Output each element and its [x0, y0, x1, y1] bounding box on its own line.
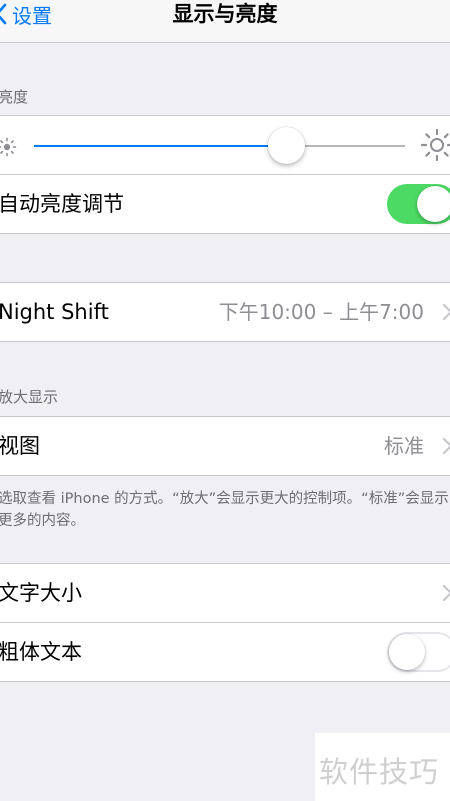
zoom-view-value: 标准: [384, 434, 424, 458]
sun-small-icon: [0, 137, 17, 157]
zoom-group: 视图 标准: [0, 416, 450, 476]
zoom-view-label: 视图: [0, 434, 40, 458]
zoom-section-header: 放大显示: [0, 388, 59, 406]
toggle-knob: [389, 634, 425, 670]
slider-track-filled: [34, 145, 287, 147]
page-title: 显示与亮度: [172, 2, 278, 26]
zoom-view-row[interactable]: 视图 标准: [0, 417, 450, 475]
auto-brightness-label: 自动亮度调节: [0, 192, 124, 216]
text-size-label: 文字大小: [0, 581, 82, 605]
text-group: 文字大小 粗体文本: [0, 563, 450, 682]
night-shift-group: Night Shift 下午10:00 – 上午7:00: [0, 282, 450, 342]
night-shift-label: Night Shift: [0, 300, 109, 324]
toggle-knob: [417, 186, 450, 222]
bold-text-toggle[interactable]: [387, 632, 450, 672]
watermark: 软件技巧: [315, 733, 450, 801]
brightness-section-header: 亮度: [0, 88, 29, 106]
watermark-text: 软件技巧: [319, 755, 440, 789]
bold-text-row: 粗体文本: [0, 622, 450, 681]
auto-brightness-toggle[interactable]: [387, 184, 450, 224]
brightness-slider-row: [0, 116, 450, 174]
chevron-right-icon: [442, 304, 450, 320]
display-brightness-screen: 设置 显示与亮度 亮度 自动亮度调节 Night Shift 下午10:00 –…: [0, 0, 450, 801]
navigation-bar: 设置 显示与亮度: [0, 0, 450, 43]
slider-thumb[interactable]: [268, 127, 306, 164]
auto-brightness-row: 自动亮度调节: [0, 174, 450, 233]
zoom-footer-text: 选取查看 iPhone 的方式。“放大”会显示更大的控制项。“标准”会显示更多的…: [0, 491, 449, 529]
bold-text-label: 粗体文本: [0, 640, 82, 664]
brightness-group: 自动亮度调节: [0, 115, 450, 234]
sun-large-icon: [420, 128, 450, 162]
night-shift-schedule: 下午10:00 – 上午7:00: [218, 300, 424, 324]
chevron-right-icon: [442, 585, 450, 601]
text-size-row[interactable]: 文字大小: [0, 564, 450, 622]
chevron-right-icon: [442, 438, 450, 454]
night-shift-row[interactable]: Night Shift 下午10:00 – 上午7:00: [0, 283, 450, 341]
